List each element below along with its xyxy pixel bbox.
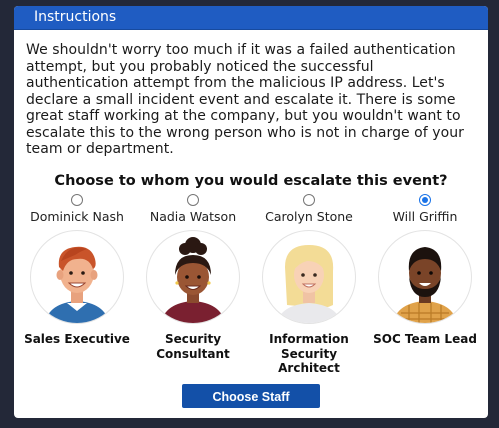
staff-name: Carolyn Stone [265, 209, 353, 224]
staff-options: Dominick Nash Sales Executive Nadia Wats… [14, 194, 488, 394]
radio-carolyn-stone[interactable] [303, 194, 315, 206]
staff-option-will-griffin[interactable]: Will Griffin SOC Team Lead [367, 194, 483, 347]
instructions-dialog: Instructions We shouldn't worry too much… [14, 6, 488, 418]
man-red-hair-avatar[interactable] [30, 230, 124, 324]
man-beard-avatar[interactable] [378, 230, 472, 324]
staff-name: Nadia Watson [149, 209, 237, 224]
staff-name: Will Griffin [392, 209, 458, 224]
staff-role: Sales Executive [24, 332, 130, 346]
woman-blonde-avatar[interactable] [262, 230, 356, 324]
dialog-title: Instructions [14, 6, 488, 30]
choose-staff-member-button[interactable]: Choose Staff Member [182, 384, 320, 418]
radio-dominick-nash[interactable] [71, 194, 83, 206]
staff-role: SOC Team Lead [373, 332, 477, 346]
radio-will-griffin[interactable] [419, 194, 431, 206]
radio-nadia-watson[interactable] [187, 194, 199, 206]
woman-bun-hair-avatar[interactable] [146, 230, 240, 324]
staff-option-dominick-nash[interactable]: Dominick Nash Sales Executive [19, 194, 135, 347]
instructions-paragraph: We shouldn't worry too much if it was a … [26, 42, 464, 157]
staff-option-nadia-watson[interactable]: Nadia Watson Security Consultant [135, 194, 251, 361]
staff-name: Dominick Nash [30, 209, 124, 224]
staff-role: Security Consultant [156, 332, 230, 361]
staff-role: Information Security Architect [269, 332, 349, 375]
question-text: Choose to whom you would escalate this e… [54, 172, 448, 189]
staff-option-carolyn-stone[interactable]: Carolyn Stone Information Security Archi… [251, 194, 367, 376]
